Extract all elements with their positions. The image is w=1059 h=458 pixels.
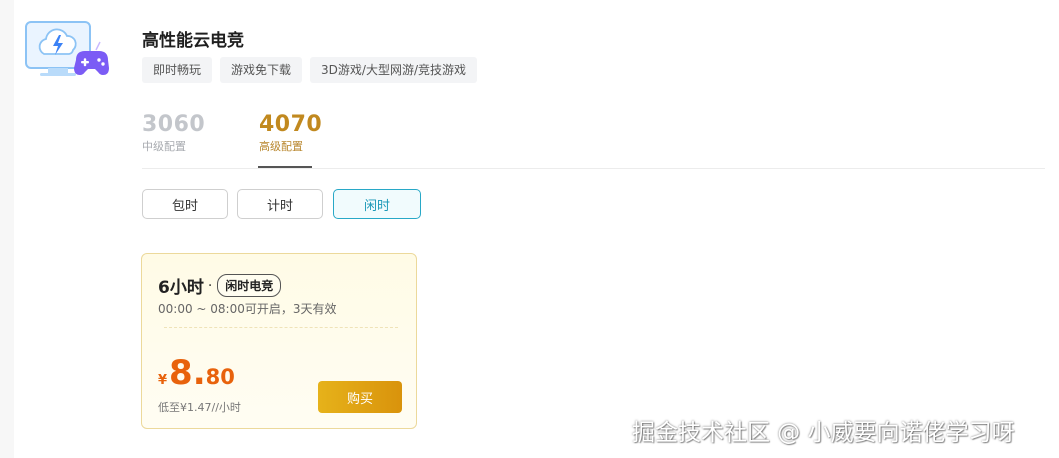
feature-tags: 即时畅玩 游戏免下载 3D游戏/大型网游/竞技游戏 (142, 57, 477, 83)
product-title: 高性能云电竞 (142, 31, 244, 51)
config-label: 中级配置 (142, 140, 186, 153)
plan-price: ¥ 8. 80 (158, 354, 235, 392)
plan-badge: 闲时电竞 (217, 274, 282, 297)
tab-config-4070[interactable]: 4070 高级配置 (259, 112, 322, 154)
price-per-hour-note: 低至¥1.47//小时 (158, 401, 241, 414)
tag-no-download: 游戏免下载 (220, 57, 303, 83)
buy-button[interactable]: 购买 (318, 381, 402, 413)
plan-description: 00:00 ~ 08:00可开启，3天有效 (158, 302, 337, 316)
tabs-divider (142, 168, 1045, 169)
watermark-text: 掘金技术社区 @ 小威要向诺佬学习呀 (632, 420, 1015, 446)
tag-instant-play: 即时畅玩 (142, 57, 213, 83)
plan-card-header: 6小时 · 闲时电竞 (158, 273, 282, 298)
plan-card: 6小时 · 闲时电竞 00:00 ~ 08:00可开启，3天有效 ¥ 8. 80… (141, 253, 417, 429)
tab-config-3060[interactable]: 3060 中级配置 (142, 112, 205, 154)
gamepad-icon (74, 51, 109, 75)
mode-button-xian[interactable]: 闲时 (333, 189, 421, 219)
tag-game-types: 3D游戏/大型网游/竞技游戏 (310, 57, 477, 83)
mode-button-bao[interactable]: 包时 (142, 189, 228, 219)
price-integer: 8. (169, 353, 206, 393)
price-decimal: 80 (205, 365, 235, 389)
left-panel-edge (0, 0, 14, 458)
plan-duration: 6小时 (158, 278, 204, 298)
separator-dot: · (207, 277, 213, 294)
card-divider (164, 327, 398, 328)
config-label: 高级配置 (259, 140, 303, 153)
config-number: 4070 (259, 112, 323, 137)
config-number: 3060 (142, 112, 206, 137)
cloud-gaming-logo-icon (24, 20, 110, 80)
price-currency: ¥ (158, 373, 168, 388)
mode-button-ji[interactable]: 计时 (237, 189, 323, 219)
